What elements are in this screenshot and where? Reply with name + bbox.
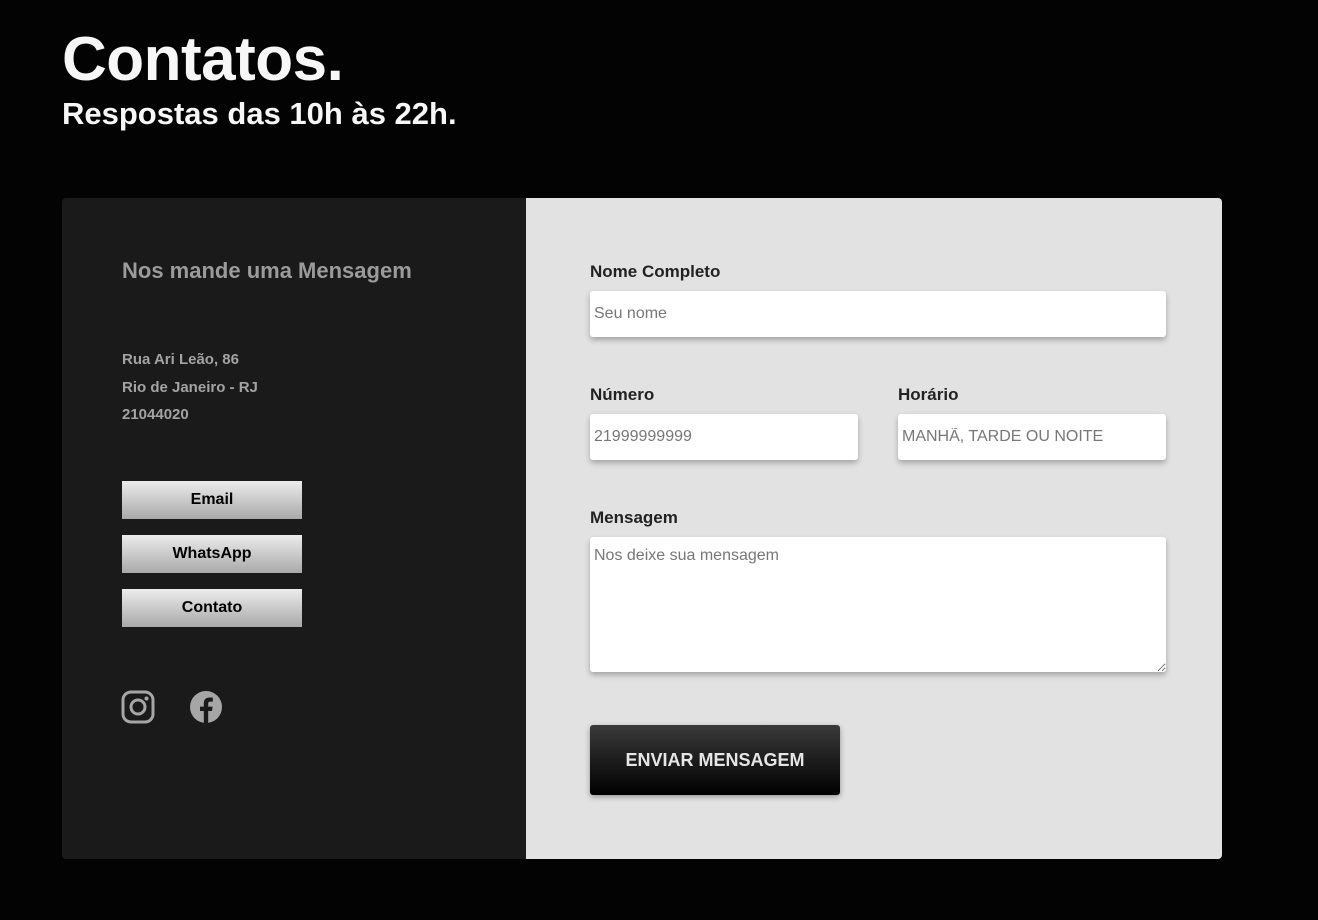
whatsapp-button[interactable]: WhatsApp [122, 535, 302, 573]
page-subtitle: Respostas das 10h às 22h. [62, 96, 457, 131]
contato-button[interactable]: Contato [122, 589, 302, 627]
form-panel: Nome Completo Número Horário Mensagem EN… [526, 198, 1222, 859]
contact-card: Nos mande uma Mensagem Rua Ari Leão, 86 … [62, 198, 1222, 859]
name-label: Nome Completo [590, 262, 721, 281]
address-block: Rua Ari Leão, 86 Rio de Janeiro - RJ 210… [122, 346, 258, 429]
message-label: Mensagem [590, 508, 678, 527]
phone-label: Número [590, 385, 655, 404]
name-input[interactable] [590, 291, 1166, 337]
address-city: Rio de Janeiro - RJ [122, 378, 258, 396]
info-heading: Nos mande uma Mensagem [122, 258, 412, 283]
email-button[interactable]: Email [122, 481, 302, 519]
address-zip: 21044020 [122, 406, 189, 423]
message-textarea[interactable] [590, 537, 1166, 672]
phone-input[interactable] [590, 414, 858, 460]
send-message-button[interactable]: ENVIAR MENSAGEM [590, 725, 840, 795]
time-input[interactable] [898, 414, 1166, 460]
address-street: Rua Ari Leão, 86 [122, 351, 239, 368]
page-title: Contatos. [62, 25, 344, 94]
instagram-icon[interactable] [121, 690, 155, 724]
facebook-icon[interactable] [189, 690, 223, 724]
time-label: Horário [898, 385, 959, 404]
info-panel: Nos mande uma Mensagem Rua Ari Leão, 86 … [62, 198, 526, 859]
